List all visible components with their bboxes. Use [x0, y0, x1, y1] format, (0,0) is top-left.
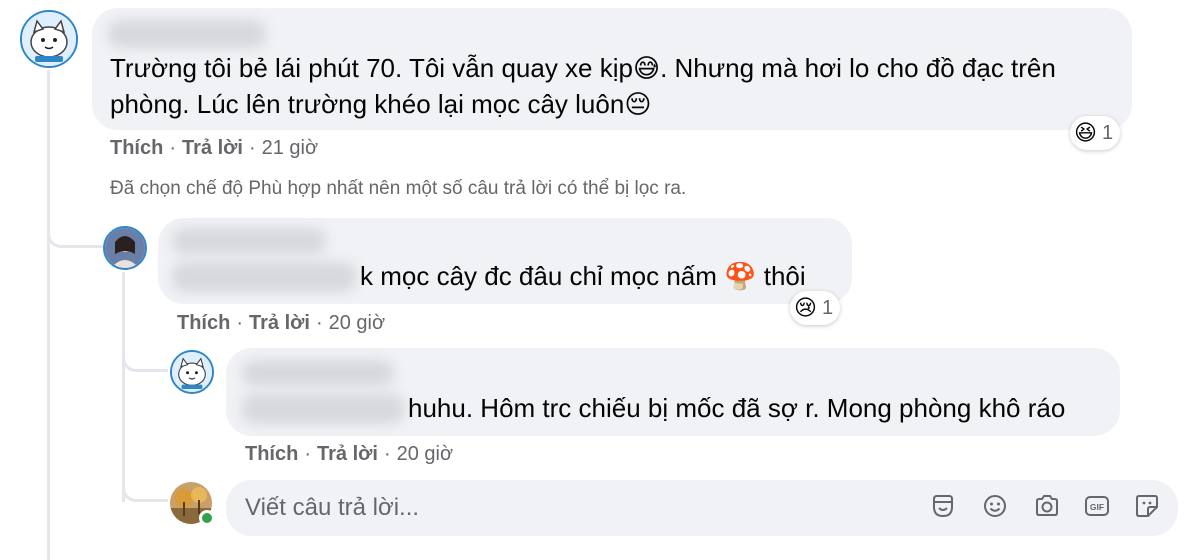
reply1-reaction-summary[interactable]: 😢 1: [790, 291, 841, 325]
reaction-count: 1: [1101, 121, 1114, 144]
reply-input-placeholder: Viết câu trả lời...: [245, 494, 420, 521]
comment-timestamp[interactable]: 21 giờ: [262, 137, 318, 159]
reply1-actions: Thích · Trả lời · 20 giờ: [177, 312, 385, 335]
comment-reaction-summary[interactable]: 😆 1: [1070, 116, 1121, 150]
online-status-dot: [199, 510, 215, 526]
reply2-text: huhu. Hôm trc chiếu bị mốc đã sợ r. Mong…: [408, 393, 1066, 423]
user-photo-icon: [105, 228, 145, 268]
reply-input-field[interactable]: Viết câu trả lời... GIF: [226, 480, 1178, 536]
like-link[interactable]: Thích: [245, 443, 298, 465]
like-link[interactable]: Thích: [110, 137, 163, 159]
haha-reaction-icon: 😆: [1074, 120, 1097, 145]
reply-link[interactable]: Trả lời: [182, 137, 243, 159]
reply1-timestamp[interactable]: 20 giờ: [329, 312, 385, 334]
thread-connector-reply1: [47, 200, 103, 248]
sad-reaction-icon: 😢: [794, 295, 817, 320]
like-link[interactable]: Thích: [177, 312, 230, 334]
thread-connector-reply2: [122, 330, 168, 372]
separator-dot: ·: [315, 312, 323, 334]
separator-dot: ·: [236, 312, 244, 334]
camera-icon[interactable]: [1034, 493, 1060, 519]
separator-dot: ·: [304, 443, 312, 465]
cartoon-cat-avatar-icon: [172, 352, 212, 392]
gif-icon[interactable]: GIF: [1084, 493, 1110, 519]
avatar-sticker-icon[interactable]: [930, 493, 956, 519]
comment-actions: Thích · Trả lời · 21 giờ: [110, 137, 318, 160]
thread-line-main: [47, 70, 50, 560]
reaction-count: 1: [821, 296, 834, 319]
thread-connector-input: [122, 460, 168, 502]
reply2-avatar[interactable]: [170, 350, 214, 394]
reply1-text: k mọc cây đc đâu chỉ mọc nấm 🍄 thôi: [360, 261, 806, 291]
comment-text-line2: phòng. Lúc lên trường khéo lại mọc cây l…: [110, 89, 652, 119]
commenter-avatar[interactable]: [20, 10, 78, 68]
separator-dot: ·: [248, 137, 256, 159]
reply1-mention-blurred[interactable]: [172, 262, 356, 292]
reply2-actions: Thích · Trả lời · 20 giờ: [245, 443, 453, 466]
emoji-icon[interactable]: [982, 493, 1008, 519]
reply2-timestamp[interactable]: 20 giờ: [397, 443, 453, 465]
reply1-avatar[interactable]: [103, 226, 147, 270]
reply1-name-blurred[interactable]: [172, 228, 326, 254]
reply-link[interactable]: Trả lời: [317, 443, 378, 465]
sticker-icon[interactable]: [1134, 493, 1160, 519]
separator-dot: ·: [383, 443, 391, 465]
reply-link[interactable]: Trả lời: [249, 312, 310, 334]
cartoon-cat-avatar-icon: [22, 12, 76, 66]
reply2-name-blurred[interactable]: [242, 360, 394, 386]
reply2-mention-blurred[interactable]: [242, 394, 404, 424]
filter-notice: Đã chọn chế độ Phù hợp nhất nên một số c…: [110, 178, 687, 199]
svg-text:GIF: GIF: [1090, 502, 1104, 512]
separator-dot: ·: [169, 137, 177, 159]
commenter-name-blurred[interactable]: [108, 20, 266, 48]
comment-text-line1: Trường tôi bẻ lái phút 70. Tôi vẫn quay …: [110, 53, 1056, 83]
